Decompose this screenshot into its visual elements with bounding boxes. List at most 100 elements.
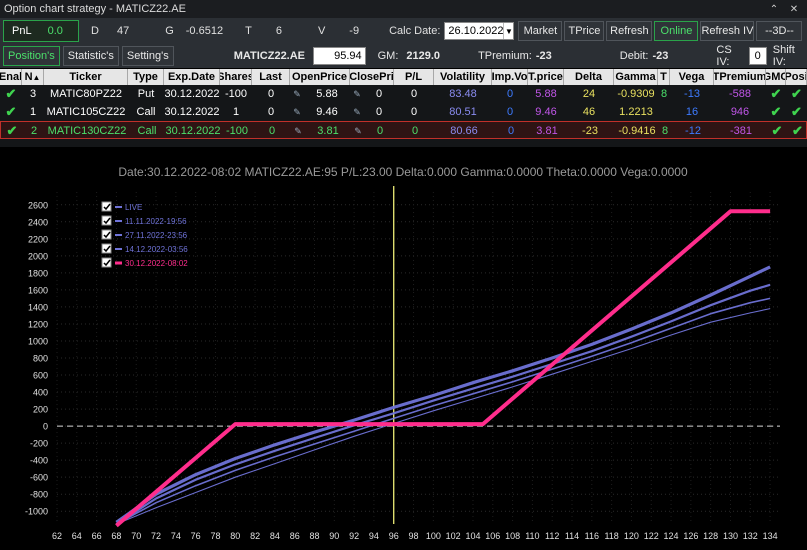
cell-theta: 8 [660, 88, 668, 100]
cell-vega: -12 [685, 125, 701, 137]
cell-impvol: 0 [507, 125, 515, 137]
position-check-icon[interactable]: ✔ [786, 103, 807, 121]
col-theta[interactable]: T [658, 69, 670, 85]
cell-vega: -13 [684, 88, 700, 100]
y-tick-label: -400 [30, 456, 48, 466]
cell-openprice[interactable]: 5.88 [304, 85, 350, 103]
gm-value: 2129.0 [406, 50, 441, 62]
edit-pencil-icon[interactable]: ✎ [290, 85, 304, 103]
x-tick-label: 84 [270, 531, 280, 541]
edit-pencil-icon[interactable]: ✎ [350, 103, 364, 121]
cell-type: Call [137, 125, 157, 137]
legend-label: 11.11.2022-19:56 [125, 217, 187, 226]
enabled-check-icon[interactable]: ✔ [0, 103, 22, 121]
cell-shares[interactable]: -100 [220, 85, 252, 103]
refresh-iv-button[interactable]: Refresh IV [700, 21, 755, 41]
col-vega[interactable]: Vega [670, 69, 714, 85]
positions-grid: Enal N▲ Ticker Type Exp.Date Shares Last… [0, 69, 807, 147]
x-tick-label: 108 [505, 531, 520, 541]
col-number[interactable]: N ▲ [22, 69, 44, 85]
tab-statistics[interactable]: Statistic's [62, 46, 119, 66]
position-check-icon[interactable]: ✔ [787, 122, 807, 140]
tprice-button[interactable]: TPrice [564, 21, 605, 41]
col-gmc[interactable]: GMC [766, 69, 786, 85]
cell-impvol: 0 [506, 106, 514, 118]
cell-volatility: 83.48 [449, 88, 477, 100]
3d-button[interactable]: --3D-- [756, 21, 803, 41]
col-tpremium[interactable]: TPremium [714, 69, 766, 85]
market-button[interactable]: Market [518, 21, 563, 41]
cell-ticker: MATIC130CZ22 [47, 125, 127, 137]
col-last[interactable]: Last [252, 69, 290, 85]
payoff-chart[interactable]: Date:30.12.2022-08:02 MATICZ22.AE:95 P/L… [0, 150, 807, 550]
legend-checkbox [101, 215, 112, 226]
csiv-input[interactable]: 0 [748, 47, 767, 65]
cell-expdate: 30.12.2022 [164, 106, 220, 118]
col-pl[interactable]: P/L [394, 69, 434, 85]
y-tick-label: 600 [33, 371, 48, 381]
refresh-button[interactable]: Refresh [606, 21, 653, 41]
gmc-check-icon[interactable]: ✔ [766, 85, 786, 103]
table-row[interactable]: ✔ 1 MATIC105CZ22 Call 30.12.2022 1 0 ✎ 9… [0, 103, 807, 121]
window-title: Option chart strategy - MATICZ22.AE [4, 3, 186, 15]
edit-pencil-icon[interactable]: ✎ [351, 122, 365, 140]
col-type[interactable]: Type [128, 69, 164, 85]
col-ticker[interactable]: Ticker [44, 69, 128, 85]
x-tick-label: 76 [191, 531, 201, 541]
enabled-check-icon[interactable]: ✔ [0, 85, 22, 103]
col-position[interactable]: Posi [786, 69, 807, 85]
col-gamma[interactable]: Gamma [614, 69, 658, 85]
table-row-selected[interactable]: ✔ 2 MATIC130CZ22 Call 30.12.2022 -100 0 … [0, 121, 807, 139]
col-volatility[interactable]: Volatility [434, 69, 492, 85]
legend-label: 30.12.2022-08:02 [125, 259, 188, 268]
cell-openprice[interactable]: 3.81 [305, 122, 351, 140]
cell-closeprice[interactable]: 0 [365, 122, 395, 140]
col-impvol[interactable]: Imp.Vo [492, 69, 528, 85]
col-enabled[interactable]: Enal [0, 69, 22, 85]
tab-positions[interactable]: Position's [3, 46, 60, 66]
online-button[interactable]: Online [654, 21, 699, 41]
chevron-down-icon[interactable]: ▼ [503, 23, 513, 39]
position-check-icon[interactable]: ✔ [786, 85, 807, 103]
cell-volatility: 80.66 [450, 125, 478, 137]
payoff-chart-svg[interactable]: Date:30.12.2022-08:02 MATICZ22.AE:95 P/L… [0, 150, 807, 550]
cell-shares[interactable]: 1 [220, 103, 252, 121]
gmc-check-icon[interactable]: ✔ [766, 103, 786, 121]
y-tick-label: 2600 [28, 200, 48, 210]
x-tick-label: 82 [250, 531, 260, 541]
cell-tprice: 9.46 [535, 106, 557, 118]
legend-label: 14.12.2022-03:56 [125, 245, 188, 254]
x-tick-label: 72 [151, 531, 161, 541]
col-tprice[interactable]: T.price [528, 69, 564, 85]
col-shares[interactable]: Shares [220, 69, 252, 85]
tab-settings[interactable]: Setting's [121, 46, 174, 66]
gmc-check-icon[interactable]: ✔ [767, 122, 787, 140]
y-tick-label: 2400 [28, 217, 48, 227]
cell-closeprice[interactable]: 0 [364, 103, 394, 121]
gamma-label: G [165, 25, 174, 37]
cell-delta: 24 [582, 88, 596, 100]
close-icon[interactable]: ✕ [787, 2, 801, 16]
x-tick-label: 70 [131, 531, 141, 541]
cell-openprice[interactable]: 9.46 [304, 103, 350, 121]
col-openprice[interactable]: OpenPrice [290, 69, 350, 85]
col-closeprice[interactable]: ClosePri [350, 69, 394, 85]
col-delta[interactable]: Delta [564, 69, 614, 85]
x-tick-label: 66 [92, 531, 102, 541]
x-tick-label: 124 [664, 531, 679, 541]
edit-pencil-icon[interactable]: ✎ [350, 85, 364, 103]
price-input[interactable]: 95.94 [313, 47, 366, 65]
collapse-icon[interactable]: ⌃ [767, 2, 781, 16]
edit-pencil-icon[interactable]: ✎ [291, 122, 305, 140]
edit-pencil-icon[interactable]: ✎ [290, 103, 304, 121]
x-tick-label: 96 [389, 531, 399, 541]
calc-date-picker[interactable]: 26.10.2022 ▼ [444, 22, 515, 40]
cell-closeprice[interactable]: 0 [364, 85, 394, 103]
col-expdate[interactable]: Exp.Date [164, 69, 220, 85]
table-row[interactable]: ✔ 3 MATIC80PZ22 Put 30.12.2022 -100 0 ✎ … [0, 85, 807, 103]
x-tick-label: 126 [683, 531, 698, 541]
y-tick-label: -800 [30, 490, 48, 500]
cell-shares[interactable]: -100 [221, 122, 253, 140]
enabled-check-icon[interactable]: ✔ [1, 122, 23, 140]
pnl-value: 0.0 [47, 25, 63, 37]
